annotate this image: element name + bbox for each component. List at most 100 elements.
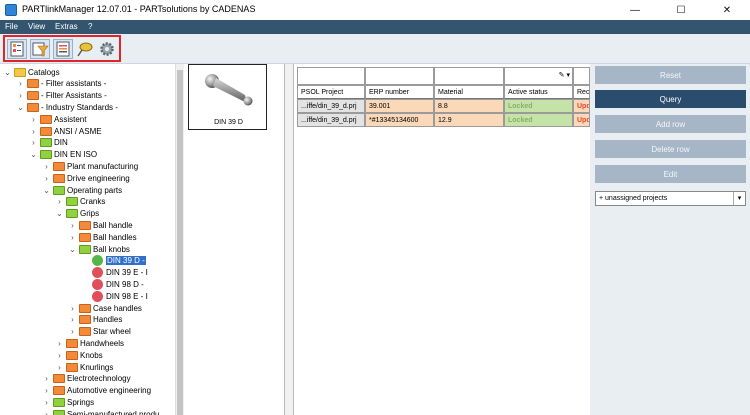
tree-item[interactable]: › Handwheels bbox=[55, 337, 124, 349]
table-cell-erp[interactable]: 39.001 bbox=[365, 99, 434, 113]
filter-cell-psol-project[interactable] bbox=[297, 67, 365, 85]
table-cell-status[interactable]: Locked bbox=[504, 113, 573, 127]
tree-item[interactable]: DIN 39 E - I bbox=[81, 267, 148, 279]
tree-item[interactable]: › Case handles bbox=[68, 302, 142, 314]
catalog-tree[interactable]: ⌄ Catalogs › - Filter assistants - › - Filter… bbox=[0, 64, 184, 415]
maximize-button[interactable]: ☐ bbox=[658, 0, 704, 20]
filter-cell-rec[interactable] bbox=[573, 67, 590, 85]
chevron-down-icon[interactable]: ⌄ bbox=[29, 150, 38, 159]
menu-help[interactable]: ? bbox=[88, 22, 92, 31]
filter-cell-material[interactable] bbox=[434, 67, 504, 85]
chevron-down-icon[interactable]: ⌄ bbox=[55, 209, 64, 218]
tree-item[interactable]: ⌄ DIN EN ISO bbox=[29, 149, 97, 161]
tree-item[interactable]: › Assistent bbox=[29, 113, 86, 125]
chevron-down-icon[interactable]: ⌄ bbox=[3, 68, 12, 77]
tree-scrollbar-thumb[interactable] bbox=[177, 70, 183, 415]
tree-item[interactable]: › Electrotechnology bbox=[42, 373, 131, 385]
pencil-icon[interactable]: ✎ bbox=[559, 72, 565, 79]
tree-item[interactable]: ⌄ Ball knobs bbox=[68, 243, 130, 255]
tree-item[interactable]: › Knobs bbox=[55, 349, 103, 361]
tree-item[interactable]: › Drive engineering bbox=[42, 172, 130, 184]
pane-splitter[interactable] bbox=[285, 64, 294, 415]
part-preview-card[interactable]: DIN 39 D bbox=[188, 64, 267, 130]
table-cell-material[interactable]: 8.8 bbox=[434, 99, 504, 113]
tree-item[interactable]: › - Filter Assistants - bbox=[16, 90, 107, 102]
chevron-right-icon[interactable]: › bbox=[16, 91, 25, 100]
chevron-right-icon[interactable]: › bbox=[68, 233, 77, 242]
table-cell-rec[interactable]: Upd bbox=[573, 113, 590, 127]
tree-item[interactable]: ⌄ Grips bbox=[55, 208, 99, 220]
chevron-right-icon[interactable]: › bbox=[68, 304, 77, 313]
menu-view[interactable]: View bbox=[28, 22, 45, 31]
table-cell-material[interactable]: 12.9 bbox=[434, 113, 504, 127]
tree-item[interactable]: › ANSI / ASME bbox=[29, 125, 102, 137]
tree-item[interactable]: ⌄ - Industry Standards - bbox=[16, 101, 118, 113]
chevron-down-icon[interactable]: ⌄ bbox=[68, 245, 77, 254]
delete-row-button[interactable]: Delete row bbox=[595, 140, 746, 158]
settings-button[interactable] bbox=[97, 39, 117, 59]
column-header-active-status[interactable]: Active status bbox=[504, 85, 573, 99]
chevron-down-icon[interactable]: ⌄ bbox=[42, 186, 51, 195]
menu-file[interactable]: File bbox=[5, 22, 18, 31]
tree-item[interactable]: › Plant manufacturing bbox=[42, 160, 138, 172]
chevron-right-icon[interactable]: › bbox=[42, 174, 51, 183]
tree-item[interactable]: › DIN bbox=[29, 137, 68, 149]
document-list-button[interactable] bbox=[53, 39, 73, 59]
table-cell-project[interactable]: ...iffe/din_39_d.prj bbox=[297, 113, 365, 127]
chevron-right-icon[interactable]: › bbox=[29, 115, 38, 124]
minimize-button[interactable]: — bbox=[612, 0, 658, 20]
tree-scrollbar[interactable] bbox=[175, 64, 184, 415]
tree-item[interactable]: DIN 98 D - bbox=[81, 278, 144, 290]
tree-item[interactable]: › Cranks bbox=[55, 196, 105, 208]
table-view-button[interactable] bbox=[7, 39, 27, 59]
tree-item[interactable]: › Knurlings bbox=[55, 361, 113, 373]
chevron-down-icon[interactable]: ▾ bbox=[733, 192, 745, 205]
menu-extras[interactable]: Extras bbox=[55, 22, 78, 31]
column-header-material[interactable]: Material bbox=[434, 85, 504, 99]
tree-item[interactable]: › Springs bbox=[42, 396, 94, 408]
column-header-rec[interactable]: Rec bbox=[573, 85, 590, 99]
lasso-select-button[interactable] bbox=[75, 39, 95, 59]
chevron-right-icon[interactable]: › bbox=[42, 374, 51, 383]
tree-item[interactable]: ⌄ Operating parts bbox=[42, 184, 122, 196]
tree-item[interactable]: › Star wheel bbox=[68, 326, 131, 338]
chevron-right-icon[interactable]: › bbox=[42, 410, 51, 415]
filter-cell-active-status[interactable]: ✎ ▾ bbox=[504, 67, 573, 85]
table-cell-erp[interactable]: *#13345134600 bbox=[365, 113, 434, 127]
chevron-down-icon[interactable]: ▾ bbox=[566, 72, 570, 79]
chevron-right-icon[interactable]: › bbox=[29, 138, 38, 147]
project-select[interactable]: + unassigned projects ▾ bbox=[595, 191, 746, 206]
chevron-right-icon[interactable]: › bbox=[42, 386, 51, 395]
chevron-right-icon[interactable]: › bbox=[42, 398, 51, 407]
chevron-right-icon[interactable]: › bbox=[68, 327, 77, 336]
tree-item[interactable]: › Semi-manufactured produ bbox=[42, 408, 160, 415]
chevron-right-icon[interactable]: › bbox=[16, 79, 25, 88]
tree-item[interactable]: DIN 39 D - bbox=[81, 255, 146, 267]
chevron-right-icon[interactable]: › bbox=[55, 339, 64, 348]
chevron-right-icon[interactable]: › bbox=[68, 221, 77, 230]
table-cell-rec[interactable]: Upd bbox=[573, 99, 590, 113]
table-cell-status[interactable]: Locked bbox=[504, 99, 573, 113]
chevron-right-icon[interactable]: › bbox=[55, 363, 64, 372]
tree-item[interactable]: › Automotive engineering bbox=[42, 385, 151, 397]
reset-button[interactable]: Reset bbox=[595, 66, 746, 84]
chevron-right-icon[interactable]: › bbox=[55, 197, 64, 206]
filter-button[interactable] bbox=[30, 39, 50, 59]
filter-cell-erp-number[interactable] bbox=[365, 67, 434, 85]
chevron-right-icon[interactable]: › bbox=[68, 315, 77, 324]
tree-item[interactable]: › Handles bbox=[68, 314, 122, 326]
chevron-right-icon[interactable]: › bbox=[42, 162, 51, 171]
column-header-erp-number[interactable]: ERP number bbox=[365, 85, 434, 99]
chevron-right-icon[interactable]: › bbox=[55, 351, 64, 360]
close-button[interactable]: ✕ bbox=[704, 0, 750, 20]
tree-item[interactable]: DIN 98 E - I bbox=[81, 290, 148, 302]
chevron-down-icon[interactable]: ⌄ bbox=[16, 103, 25, 112]
add-row-button[interactable]: Add row bbox=[595, 115, 746, 133]
tree-item[interactable]: ⌄ Catalogs bbox=[3, 66, 60, 78]
table-cell-project[interactable]: ...iffe/din_39_d.prj bbox=[297, 99, 365, 113]
chevron-right-icon[interactable]: › bbox=[29, 127, 38, 136]
tree-item[interactable]: › Ball handle bbox=[68, 219, 133, 231]
column-header-psol-project[interactable]: PSOL Project bbox=[297, 85, 365, 99]
tree-item[interactable]: › - Filter assistants - bbox=[16, 78, 106, 90]
query-button[interactable]: Query bbox=[595, 90, 746, 108]
